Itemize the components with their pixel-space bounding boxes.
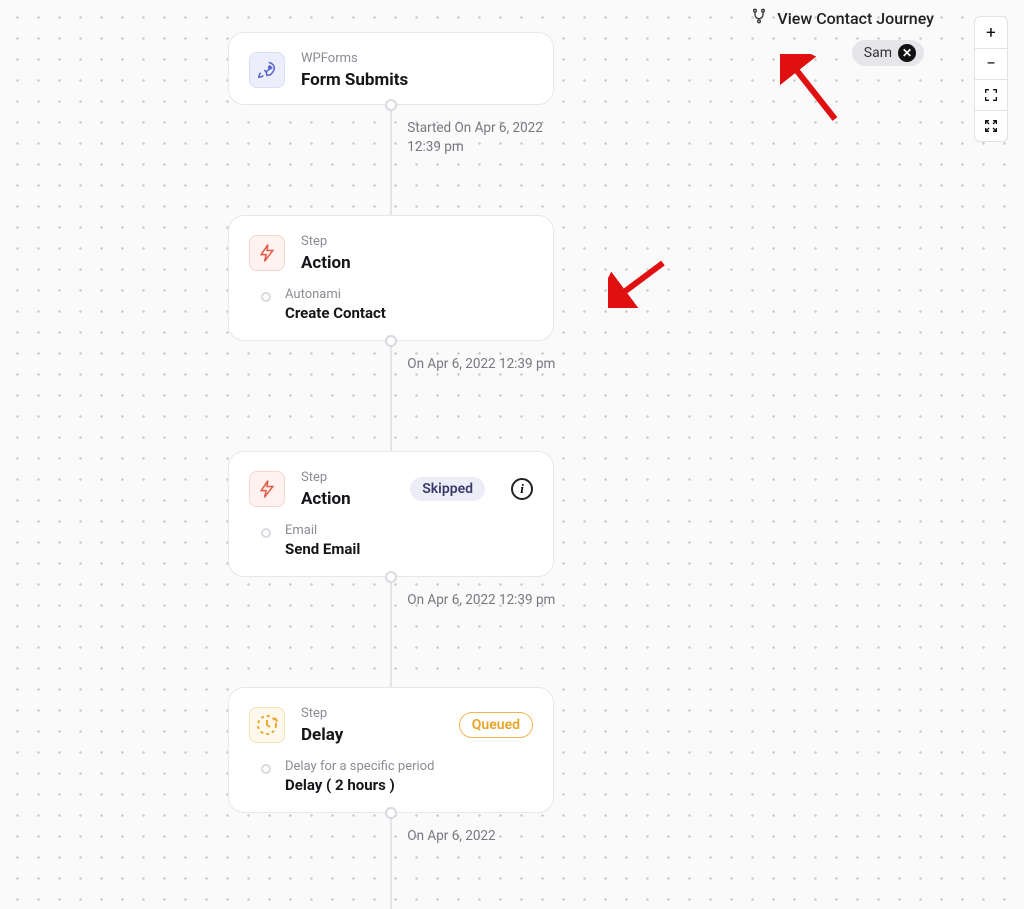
timestamp: On Apr 6, 2022 12:39 pm	[407, 355, 557, 375]
node-body-title: Delay ( 2 hours )	[285, 776, 533, 794]
fit-view-button[interactable]	[975, 79, 1007, 110]
clock-icon	[249, 707, 285, 743]
journey-header-label: View Contact Journey	[777, 9, 934, 28]
connector: On Apr 6, 2022 12:39 pm	[228, 341, 554, 451]
node-super: Step	[301, 470, 394, 487]
node-super: WPForms	[301, 51, 533, 68]
timestamp: On Apr 6, 2022	[407, 827, 557, 847]
node-title: Action	[301, 489, 394, 509]
node-body-title: Send Email	[285, 540, 533, 558]
node-body-super: Email	[285, 523, 533, 538]
bolt-icon	[249, 471, 285, 507]
workflow-node[interactable]: Step Action Skipped i Email Send Email	[228, 451, 554, 577]
node-body-super: Autonami	[285, 287, 533, 302]
node-body-title: Create Contact	[285, 304, 533, 322]
sub-node-dot	[261, 292, 271, 302]
status-badge: Queued	[459, 712, 533, 738]
contact-chip-name: Sam	[864, 45, 892, 61]
connector: On Apr 6, 2022 12:39 pm	[228, 577, 554, 687]
node-super: Step	[301, 706, 443, 723]
zoom-in-button[interactable]: +	[975, 17, 1007, 48]
timestamp: Started On Apr 6, 2022 12:39 pm	[407, 119, 557, 158]
workflow-node[interactable]: Step Delay Queued Delay for a specific peri…	[228, 687, 554, 813]
zoom-controls: + −	[974, 16, 1008, 142]
close-icon[interactable]: ✕	[898, 44, 916, 62]
node-super: Step	[301, 234, 533, 251]
fullscreen-button[interactable]	[975, 110, 1007, 141]
contact-chip[interactable]: Sam ✕	[852, 40, 924, 66]
workflow-node[interactable]: WPForms Form Submits	[228, 32, 554, 105]
info-icon[interactable]: i	[511, 478, 533, 500]
connector: Started On Apr 6, 2022 12:39 pm	[228, 105, 554, 215]
node-body-super: Delay for a specific period	[285, 759, 533, 774]
zoom-out-button[interactable]: −	[975, 48, 1007, 79]
branch-icon	[751, 8, 767, 28]
journey-header[interactable]: View Contact Journey	[751, 8, 934, 28]
status-badge: Skipped	[410, 477, 485, 501]
workflow-canvas[interactable]: WPForms Form Submits Started On Apr 6, 202…	[228, 32, 554, 909]
timestamp: On Apr 6, 2022 12:39 pm	[407, 591, 557, 611]
sub-node-dot	[261, 764, 271, 774]
bolt-icon	[249, 235, 285, 271]
sub-node-dot	[261, 528, 271, 538]
annotation-arrow	[780, 54, 840, 124]
node-title: Action	[301, 253, 533, 273]
connector: On Apr 6, 2022	[228, 813, 554, 909]
node-title: Form Submits	[301, 70, 533, 90]
rocket-icon	[249, 52, 285, 88]
workflow-node[interactable]: Step Action Autonami Create Contact	[228, 215, 554, 341]
annotation-arrow	[608, 258, 668, 308]
node-title: Delay	[301, 725, 443, 745]
